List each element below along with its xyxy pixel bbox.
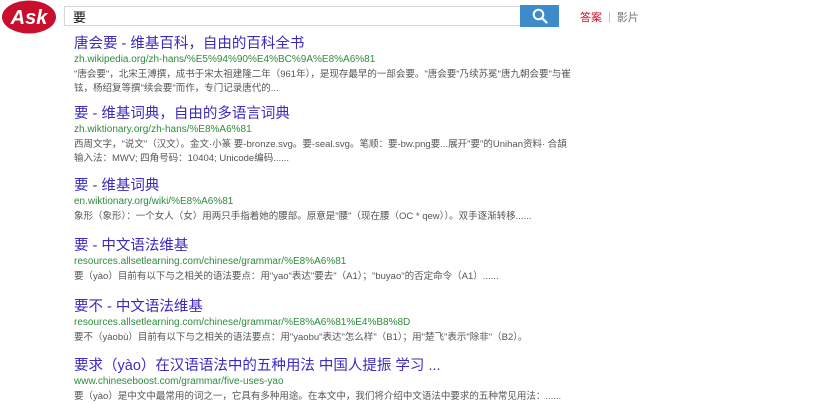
result-item: 要 - 维基词典，自由的多语言词典 zh.wiktionary.org/zh-h… (74, 106, 574, 165)
result-item: 要 - 中文语法维基 resources.allsetlearning.com/… (74, 238, 574, 284)
result-url[interactable]: resources.allsetlearning.com/chinese/gra… (74, 255, 574, 268)
tab-videos[interactable]: 影片 (617, 9, 639, 25)
result-snippet: 要不（yàobù）目前有以下与之相关的语法要点：用"yaobu"表达"怎么样"（… (74, 332, 528, 343)
logo-text: Ask (10, 7, 49, 29)
result-snippet: 要（yào）目前有以下与之相关的语法要点：用"yao"表达"要去"（A1）；"b… (74, 271, 499, 282)
tab-answers[interactable]: 答案 (580, 9, 602, 25)
result-title-link[interactable]: 要 - 维基词典，自由的多语言词典 (74, 106, 574, 123)
result-item: 要不 - 中文语法维基 resources.allsetlearning.com… (74, 299, 574, 345)
result-title-link[interactable]: 要 - 中文语法维基 (74, 238, 574, 255)
result-item: 要求（yào）在汉语语法中的五种用法 中国人提振 学习 ... www.chin… (74, 358, 574, 404)
result-title-link[interactable]: 要不 - 中文语法维基 (74, 299, 574, 316)
result-url[interactable]: zh.wikipedia.org/zh-hans/%E5%94%90%E4%BC… (74, 53, 574, 66)
search-box (64, 6, 520, 26)
tab-separator: | (608, 11, 611, 23)
ask-logo[interactable]: Ask (2, 0, 58, 34)
result-title-link[interactable]: 要 - 维基词典 (74, 178, 574, 195)
result-title-link[interactable]: 要求（yào）在汉语语法中的五种用法 中国人提振 学习 ... (74, 358, 574, 375)
result-snippet: 象形（象形）：一个女人（女）用两只手指着她的腰部。原意是"腰"（现在腰（OC *… (74, 211, 532, 222)
result-item: 要 - 维基词典 en.wiktionary.org/wiki/%E8%A6%8… (74, 178, 574, 224)
search-input[interactable] (65, 7, 520, 25)
result-title-link[interactable]: 唐会要 - 维基百科，自由的百科全书 (74, 36, 574, 53)
result-snippet: "唐会要"，北宋王溥撰，成书于宋太祖建隆二年（961年），是现存最早的一部会要。… (74, 69, 571, 94)
search-icon (532, 8, 548, 24)
search-tabs: 答案 | 影片 (580, 9, 639, 25)
result-url[interactable]: www.chineseboost.com/grammar/five-uses-y… (74, 375, 574, 388)
result-url[interactable]: resources.allsetlearning.com/chinese/gra… (74, 316, 574, 329)
search-button[interactable] (520, 5, 559, 27)
result-item: 唐会要 - 维基百科，自由的百科全书 zh.wikipedia.org/zh-h… (74, 36, 574, 95)
result-snippet: 西周文字，"说文"（汉文）。金文·小篆 要-bronze.svg。要-seal.… (74, 139, 567, 164)
result-snippet: 要（yào）是中文中最常用的词之一，它具有多种用途。在本文中，我们将介绍中文语法… (74, 391, 562, 402)
result-url[interactable]: zh.wiktionary.org/zh-hans/%E8%A6%81 (74, 123, 574, 136)
result-url[interactable]: en.wiktionary.org/wiki/%E8%A6%81 (74, 195, 574, 208)
